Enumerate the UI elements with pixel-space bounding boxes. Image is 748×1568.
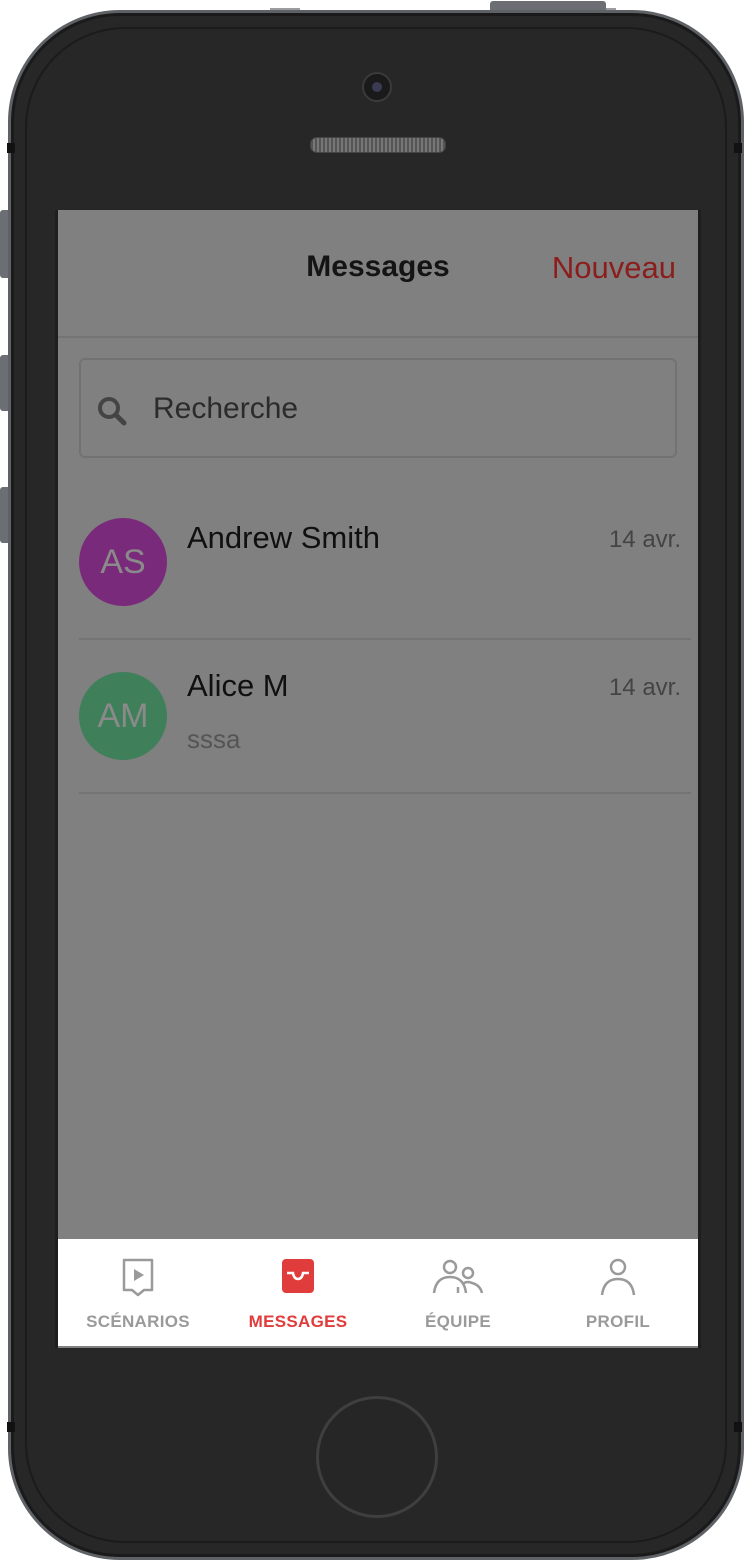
search-input[interactable] bbox=[151, 360, 655, 458]
tab-scenarios[interactable]: SCÉNARIOS bbox=[58, 1239, 218, 1346]
nav-header: Messages Nouveau bbox=[58, 210, 698, 338]
new-message-button[interactable]: Nouveau bbox=[552, 250, 676, 286]
antenna-line bbox=[7, 1422, 15, 1432]
conversation-preview: sssa bbox=[187, 724, 241, 754]
earpiece-speaker bbox=[310, 137, 446, 153]
tab-bar: SCÉNARIOS MESSAGES ÉQUIPE PROFIL bbox=[58, 1239, 698, 1346]
avatar-initials: AS bbox=[100, 542, 146, 581]
inbox-icon bbox=[282, 1259, 314, 1293]
tab-label: PROFIL bbox=[585, 1312, 651, 1331]
home-button[interactable] bbox=[316, 1396, 438, 1518]
conversation-name: Alice M bbox=[187, 668, 289, 703]
conversation-name: Andrew Smith bbox=[187, 520, 380, 555]
tab-equipe[interactable]: ÉQUIPE bbox=[378, 1239, 538, 1346]
avatar: AS bbox=[79, 518, 167, 606]
team-icon bbox=[432, 1259, 484, 1294]
avatar-initials: AM bbox=[97, 696, 149, 735]
conversation-row[interactable]: AS Andrew Smith 14 avr. bbox=[79, 486, 691, 640]
conversation-date: 14 avr. bbox=[608, 674, 681, 701]
tab-label: SCÉNARIOS bbox=[86, 1312, 190, 1331]
front-camera-icon bbox=[362, 72, 392, 102]
tab-messages[interactable]: MESSAGES bbox=[218, 1239, 378, 1346]
search-bar[interactable] bbox=[79, 358, 677, 458]
tab-profil[interactable]: PROFIL bbox=[538, 1239, 698, 1346]
antenna-line bbox=[734, 143, 742, 153]
antenna-line bbox=[734, 1422, 742, 1432]
tab-label: MESSAGES bbox=[248, 1312, 348, 1331]
user-icon bbox=[600, 1258, 636, 1296]
avatar: AM bbox=[79, 672, 167, 760]
play-document-icon bbox=[122, 1258, 154, 1297]
antenna-line bbox=[7, 143, 15, 153]
conversation-row[interactable]: AM Alice M 14 avr. sssa bbox=[79, 640, 691, 794]
app-screen: Messages Nouveau AS Andrew Smith 14 avr.… bbox=[55, 210, 701, 1348]
conversation-date: 14 avr. bbox=[608, 526, 681, 553]
tab-label: ÉQUIPE bbox=[424, 1312, 492, 1331]
search-icon bbox=[98, 397, 127, 426]
